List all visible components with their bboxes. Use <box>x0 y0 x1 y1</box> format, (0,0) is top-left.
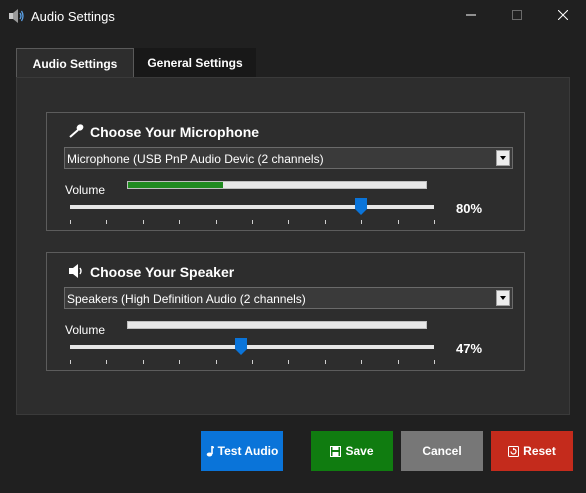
speaker-title: Choose Your Speaker <box>90 264 235 280</box>
tab-audio-settings[interactable]: Audio Settings <box>16 48 134 78</box>
speaker-volume-value: 47% <box>456 341 483 356</box>
slider-tick <box>179 360 180 364</box>
chevron-down-icon[interactable] <box>496 290 510 306</box>
slider-tick <box>252 360 253 364</box>
slider-tick <box>361 360 362 364</box>
slider-thumb[interactable] <box>355 198 368 215</box>
slider-tick <box>434 360 435 364</box>
save-label: Save <box>345 444 374 458</box>
minimize-button[interactable] <box>448 0 494 32</box>
reset-button[interactable]: Reset <box>491 431 573 471</box>
speaker-icon <box>8 8 24 24</box>
microphone-title: Choose Your Microphone <box>90 124 260 140</box>
slider-tick <box>288 360 289 364</box>
speaker-volume-slider[interactable] <box>64 333 436 365</box>
speaker-icon <box>67 263 85 279</box>
maximize-icon <box>512 7 522 25</box>
microphone-level-meter <box>127 181 427 189</box>
slider-tick <box>70 220 71 224</box>
slider-tick <box>398 360 399 364</box>
tab-general-settings[interactable]: General Settings <box>134 48 256 78</box>
slider-tick <box>70 360 71 364</box>
slider-tick <box>216 220 217 224</box>
microphone-volume-slider[interactable] <box>64 193 436 225</box>
slider-thumb[interactable] <box>235 338 248 355</box>
slider-tick <box>106 220 107 224</box>
microphone-icon <box>67 123 85 139</box>
title-bar: Audio Settings <box>0 0 586 32</box>
microphone-level-fill <box>128 182 224 188</box>
chevron-down-icon[interactable] <box>496 150 510 166</box>
slider-track <box>70 345 434 349</box>
slider-tick <box>325 220 326 224</box>
slider-tick <box>398 220 399 224</box>
cancel-button[interactable]: Cancel <box>401 431 483 471</box>
close-icon <box>557 7 569 25</box>
cancel-label: Cancel <box>422 444 462 458</box>
microphone-selected-value: Microphone (USB PnP Audio Devic (2 chann… <box>67 152 324 166</box>
test-audio-label: Test Audio <box>217 444 279 458</box>
speaker-select[interactable]: Speakers (High Definition Audio (2 chann… <box>64 287 513 309</box>
slider-tick <box>325 360 326 364</box>
slider-tick <box>252 220 253 224</box>
music-note-icon <box>206 445 214 457</box>
slider-tick <box>288 220 289 224</box>
slider-tick <box>361 220 362 224</box>
slider-tick <box>434 220 435 224</box>
reset-label: Reset <box>523 444 556 458</box>
speaker-selected-value: Speakers (High Definition Audio (2 chann… <box>67 292 306 306</box>
close-button[interactable] <box>540 0 586 32</box>
reset-icon <box>508 445 520 457</box>
slider-tick <box>216 360 217 364</box>
slider-tick <box>106 360 107 364</box>
maximize-button[interactable] <box>494 0 540 32</box>
microphone-volume-value: 80% <box>456 201 483 216</box>
save-button[interactable]: Save <box>311 431 393 471</box>
slider-tick <box>143 360 144 364</box>
window-title: Audio Settings <box>31 9 115 24</box>
minimize-icon <box>466 7 476 25</box>
microphone-group: Choose Your Microphone Microphone (USB P… <box>46 112 525 231</box>
test-audio-button[interactable]: Test Audio <box>201 431 283 471</box>
speaker-group: Choose Your Speaker Speakers (High Defin… <box>46 252 525 371</box>
slider-tick <box>143 220 144 224</box>
speaker-level-meter <box>127 321 427 329</box>
microphone-select[interactable]: Microphone (USB PnP Audio Devic (2 chann… <box>64 147 513 169</box>
slider-tick <box>179 220 180 224</box>
floppy-disk-icon <box>330 445 342 457</box>
slider-track <box>70 205 434 209</box>
